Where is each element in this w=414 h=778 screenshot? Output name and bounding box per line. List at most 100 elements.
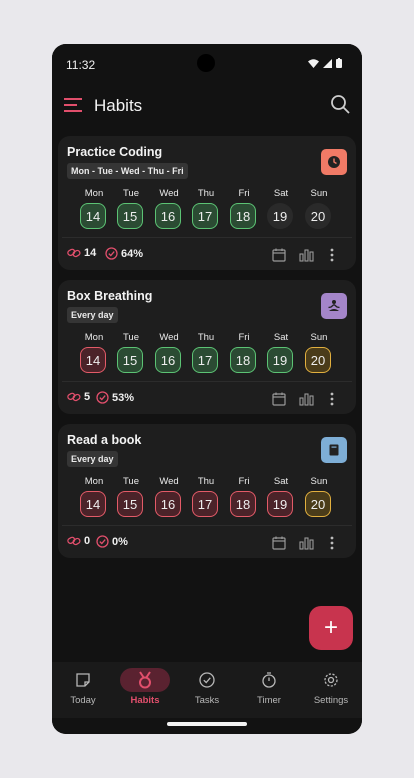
completion-stat: 0% — [96, 535, 128, 548]
day-toggle[interactable]: 19 — [267, 347, 293, 373]
meditation-icon — [321, 293, 347, 319]
battery-icon — [336, 58, 342, 68]
phone-frame: 11:32 Habits Practice Coding Mon - Tue - … — [52, 44, 362, 734]
day-label: Tue — [122, 188, 140, 199]
day-column: Fri 18 — [230, 188, 258, 229]
day-toggle[interactable]: 15 — [117, 491, 143, 517]
day-column: Mon 14 — [80, 188, 108, 229]
link-icon — [67, 392, 81, 402]
day-toggle[interactable]: 18 — [230, 491, 256, 517]
nav-item-tasks[interactable]: Tasks — [176, 662, 238, 718]
gear-icon — [306, 668, 356, 692]
statistics-icon[interactable] — [297, 390, 315, 408]
calendar-icon[interactable] — [270, 390, 288, 408]
habit-card[interactable]: Box Breathing Every day Mon 14 Tue 15 Wed 16 Thu… — [58, 280, 356, 414]
signal-icon — [323, 58, 332, 68]
habit-frequency-badge: Every day — [67, 307, 118, 323]
day-toggle[interactable]: 20 — [305, 347, 331, 373]
day-column: Mon 14 — [80, 332, 108, 373]
status-bar: 11:32 — [52, 44, 362, 82]
app-screen: 11:32 Habits Practice Coding Mon - Tue - … — [52, 44, 362, 734]
status-icons — [308, 58, 342, 68]
day-label: Thu — [197, 476, 215, 487]
book-icon — [321, 437, 347, 463]
more-options-icon[interactable] — [323, 534, 341, 552]
day-toggle[interactable]: 18 — [230, 347, 256, 373]
timer-icon — [244, 668, 294, 692]
card-divider — [62, 381, 352, 382]
day-label: Sat — [273, 332, 289, 343]
day-toggle[interactable]: 16 — [155, 203, 181, 229]
week-days: Mon 14 Tue 15 Wed 16 Thu 17 Fri 18 Sat 19 Sun 20 — [80, 332, 348, 376]
nav-item-settings[interactable]: Settings — [300, 662, 362, 718]
card-divider — [62, 525, 352, 526]
day-column: Tue 15 — [117, 332, 145, 373]
day-column: Sun 20 — [305, 476, 333, 517]
streak-stat: 14 — [67, 247, 96, 259]
day-toggle[interactable]: 19 — [267, 203, 293, 229]
statistics-icon[interactable] — [297, 246, 315, 264]
link-icon — [67, 248, 81, 258]
day-toggle[interactable]: 17 — [192, 491, 218, 517]
habit-footer: 5 53% — [67, 388, 347, 410]
day-label: Wed — [159, 476, 179, 487]
day-label: Fri — [238, 476, 250, 487]
habit-footer: 14 64% — [67, 244, 347, 266]
streak-count: 14 — [84, 247, 97, 259]
day-label: Tue — [122, 332, 140, 343]
completion-stat: 53% — [96, 391, 134, 404]
day-column: Wed 16 — [155, 188, 183, 229]
completion-rate: 0% — [112, 535, 128, 548]
nav-item-timer[interactable]: Timer — [238, 662, 300, 718]
menu-icon[interactable] — [64, 98, 82, 112]
add-habit-button[interactable]: + — [309, 606, 353, 650]
nav-label: Timer — [257, 695, 281, 706]
nav-item-habits[interactable]: Habits — [114, 662, 176, 718]
day-toggle[interactable]: 20 — [305, 203, 331, 229]
link-icon — [67, 536, 81, 546]
day-column: Thu 17 — [192, 188, 220, 229]
day-toggle[interactable]: 18 — [230, 203, 256, 229]
day-toggle[interactable]: 16 — [155, 491, 181, 517]
completion-rate: 53% — [112, 391, 135, 404]
day-label: Mon — [84, 332, 104, 343]
more-options-icon[interactable] — [323, 246, 341, 264]
week-days: Mon 14 Tue 15 Wed 16 Thu 17 Fri 18 Sat 19 Sun 20 — [80, 188, 348, 232]
habit-name: Read a book — [67, 433, 142, 447]
streak-count: 5 — [84, 391, 91, 403]
day-toggle[interactable]: 15 — [117, 347, 143, 373]
day-label: Wed — [159, 332, 179, 343]
day-toggle[interactable]: 17 — [192, 203, 218, 229]
habit-name: Practice Coding — [67, 145, 163, 159]
day-toggle[interactable]: 16 — [155, 347, 181, 373]
day-label: Mon — [84, 188, 104, 199]
status-time: 11:32 — [66, 58, 96, 72]
streak-stat: 5 — [67, 391, 90, 403]
day-column: Fri 18 — [230, 476, 258, 517]
day-toggle[interactable]: 15 — [117, 203, 143, 229]
habit-card[interactable]: Read a book Every day Mon 14 Tue 15 Wed 16 Thu 17… — [58, 424, 356, 558]
check-circle-icon — [105, 247, 118, 260]
nav-label: Today — [70, 695, 96, 706]
streak-count: 0 — [84, 535, 91, 547]
day-toggle[interactable]: 14 — [80, 491, 106, 517]
calendar-icon[interactable] — [270, 246, 288, 264]
calendar-icon[interactable] — [270, 534, 288, 552]
day-label: Sat — [273, 476, 289, 487]
day-toggle[interactable]: 17 — [192, 347, 218, 373]
day-label: Sat — [273, 188, 289, 199]
search-icon[interactable] — [330, 94, 350, 114]
nav-label: Tasks — [194, 695, 220, 706]
day-label: Mon — [84, 476, 104, 487]
statistics-icon[interactable] — [297, 534, 315, 552]
day-column: Tue 15 — [117, 476, 145, 517]
day-toggle[interactable]: 20 — [305, 491, 331, 517]
more-options-icon[interactable] — [323, 390, 341, 408]
habit-card[interactable]: Practice Coding Mon - Tue - Wed - Thu - F… — [58, 136, 356, 270]
day-toggle[interactable]: 19 — [267, 491, 293, 517]
check-circle-icon — [182, 668, 232, 692]
day-toggle[interactable]: 14 — [80, 347, 106, 373]
day-column: Fri 18 — [230, 332, 258, 373]
nav-item-today[interactable]: Today — [52, 662, 114, 718]
day-toggle[interactable]: 14 — [80, 203, 106, 229]
